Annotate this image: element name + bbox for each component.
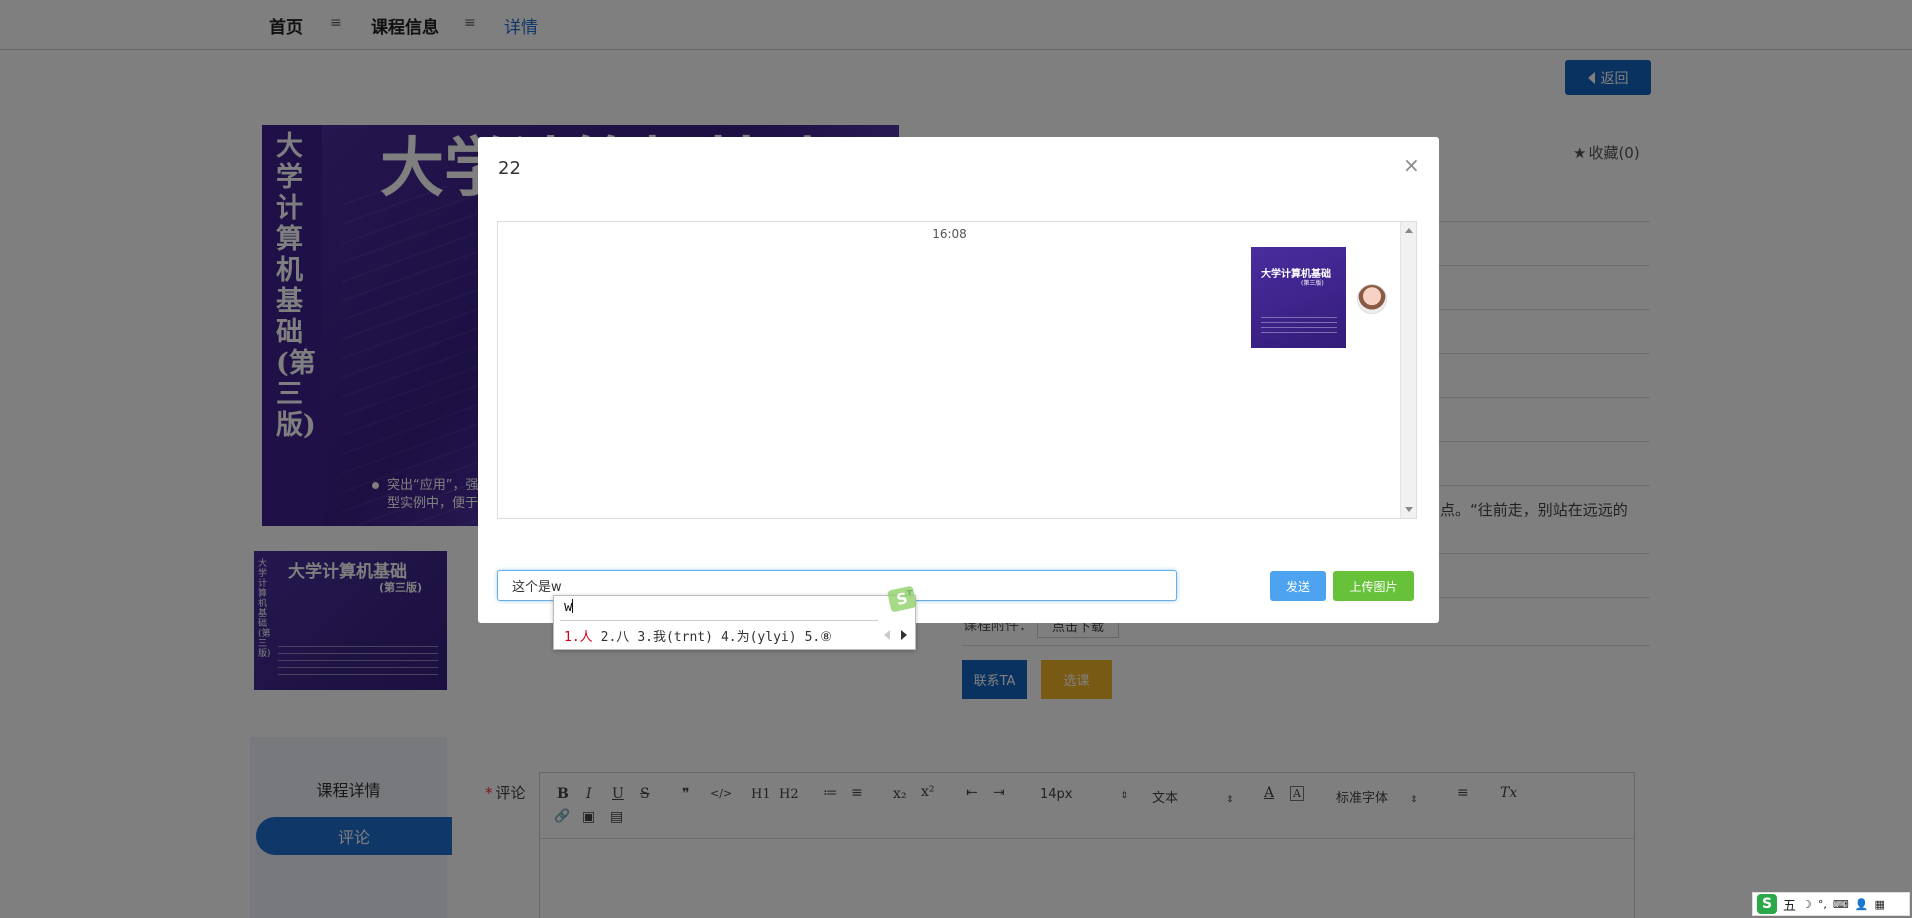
- toolbox-icon[interactable]: ▦: [1874, 898, 1884, 911]
- chat-history[interactable]: 16:08 大学计算机基础 (第三版): [497, 221, 1417, 519]
- scroll-down-icon[interactable]: [1405, 507, 1413, 512]
- ime-candidate[interactable]: 1.人: [564, 630, 593, 645]
- upload-image-button[interactable]: 上传图片: [1333, 571, 1414, 601]
- avatar: [1357, 284, 1387, 314]
- ime-mode-toggle[interactable]: 五: [1783, 895, 1796, 914]
- ime-candidate-list: 1.人 2.八 3.我(trnt) 4.为(ylyi) 5.⑧: [564, 626, 840, 645]
- ime-candidate[interactable]: 5.⑧: [805, 630, 832, 645]
- ime-prev-page-icon[interactable]: [884, 630, 890, 640]
- chat-timestamp: 16:08: [932, 227, 967, 241]
- chat-message-image[interactable]: 大学计算机基础 (第三版): [1251, 247, 1346, 348]
- user-icon[interactable]: 👤: [1855, 898, 1869, 911]
- ime-composition: w: [564, 599, 574, 615]
- chat-scrollbar[interactable]: [1400, 222, 1416, 518]
- moon-icon[interactable]: ☽: [1802, 898, 1812, 911]
- ime-candidate[interactable]: 4.为(ylyi): [721, 630, 797, 645]
- chat-dialog: 22 × 16:08 大学计算机基础 (第三版) 发送 上传图片: [478, 137, 1439, 623]
- ime-next-page-icon[interactable]: [901, 630, 907, 640]
- ime-candidate[interactable]: 3.我(trnt): [637, 630, 713, 645]
- send-button[interactable]: 发送: [1270, 571, 1326, 601]
- close-icon[interactable]: ×: [1403, 153, 1420, 177]
- sogou-logo-icon[interactable]: S: [1757, 894, 1777, 914]
- dialog-title: 22: [498, 158, 521, 179]
- punctuation-icon[interactable]: °,: [1818, 898, 1827, 911]
- ime-candidate[interactable]: 2.八: [601, 630, 630, 645]
- sogou-logo-icon: S: [886, 585, 918, 613]
- ime-candidate-window: S w 1.人 2.八 3.我(trnt) 4.为(ylyi) 5.⑧: [553, 585, 918, 650]
- keyboard-icon[interactable]: ⌨: [1833, 898, 1849, 911]
- ime-status-bar: S 五 ☽ °, ⌨ 👤 ▦: [1752, 892, 1910, 916]
- scroll-up-icon[interactable]: [1405, 228, 1413, 233]
